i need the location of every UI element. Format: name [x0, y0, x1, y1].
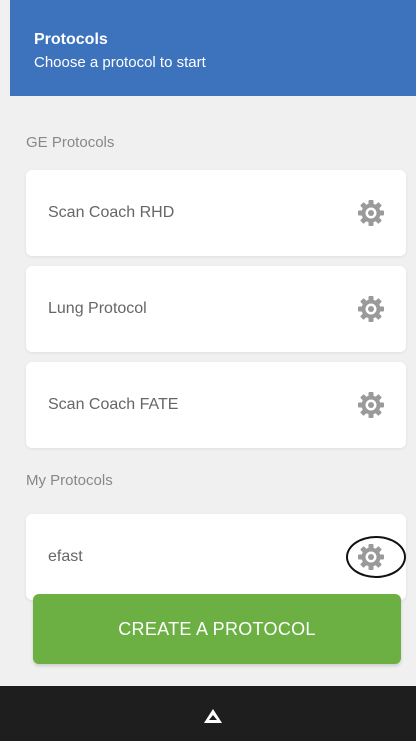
protocol-name: Scan Coach FATE [48, 396, 179, 413]
protocol-card-scan-coach-rhd[interactable]: Scan Coach RHD [26, 170, 406, 256]
navigation-bar [0, 686, 416, 741]
create-protocol-button[interactable]: CREATE A PROTOCOL [33, 594, 401, 664]
protocol-name: Scan Coach RHD [48, 204, 175, 221]
app-header: Protocols Choose a protocol to start [10, 0, 416, 96]
protocol-name: efast [48, 548, 83, 565]
gear-icon[interactable] [358, 392, 384, 418]
protocol-card-efast[interactable]: efast [26, 514, 406, 600]
page-subtitle: Choose a protocol to start [34, 54, 206, 71]
protocol-name: Lung Protocol [48, 300, 147, 317]
page-title: Protocols [34, 31, 108, 48]
protocol-card-scan-coach-fate[interactable]: Scan Coach FATE [26, 362, 406, 448]
protocol-card-lung-protocol[interactable]: Lung Protocol [26, 266, 406, 352]
up-arrow-icon[interactable] [203, 708, 223, 724]
gear-icon[interactable] [358, 200, 384, 226]
gear-icon[interactable] [358, 544, 384, 570]
gear-icon[interactable] [358, 296, 384, 322]
section-label-my-protocols: My Protocols [26, 472, 113, 489]
section-label-ge-protocols: GE Protocols [26, 134, 115, 151]
